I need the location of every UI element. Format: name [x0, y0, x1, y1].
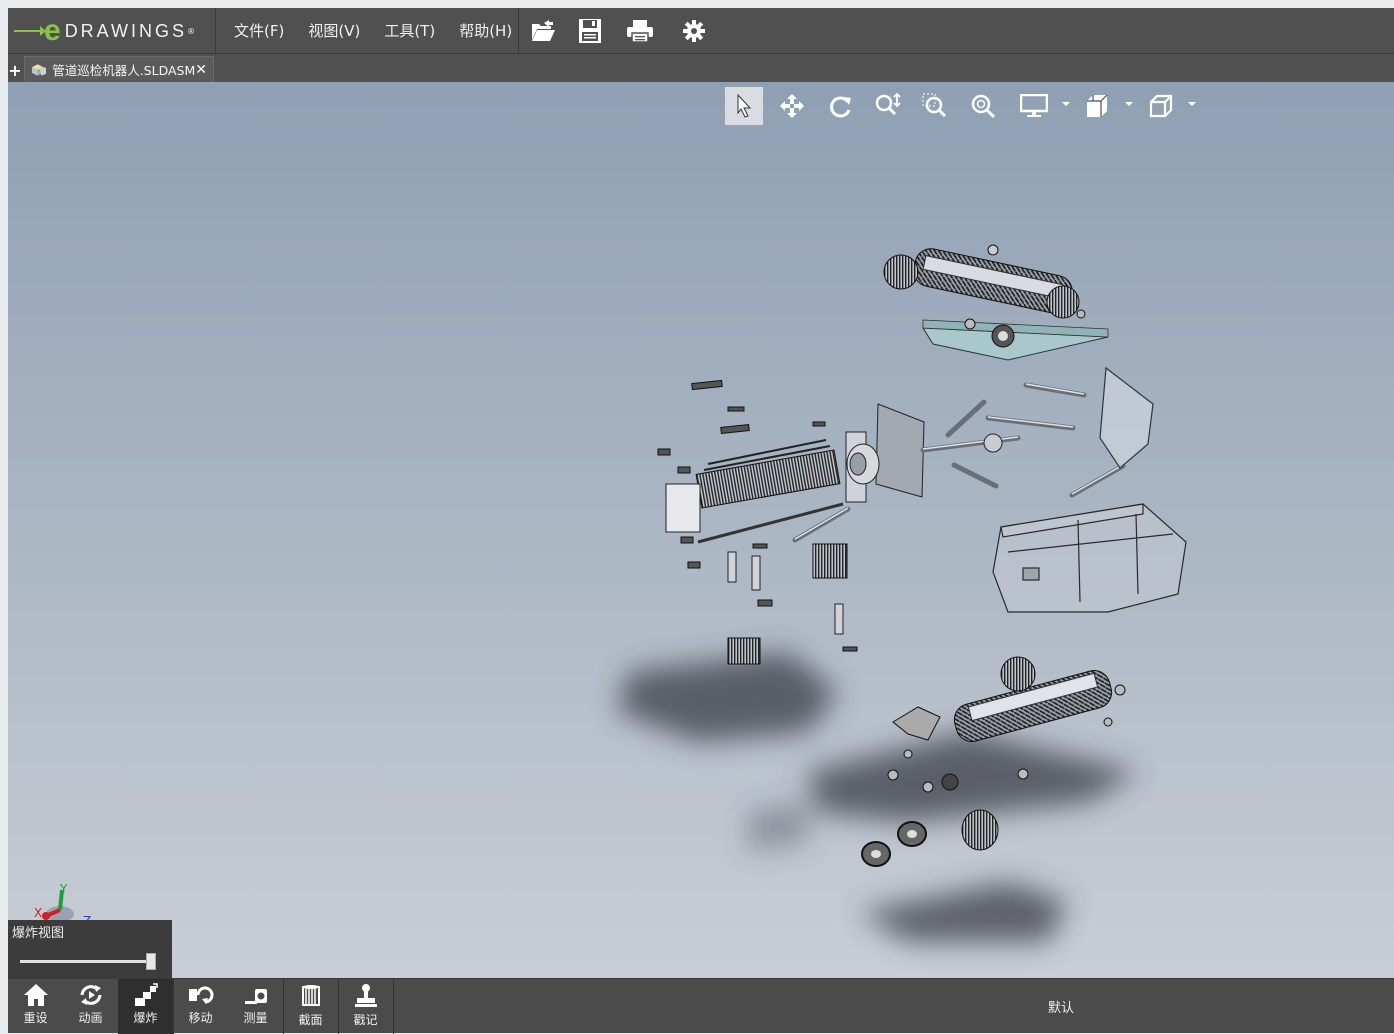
move-icon	[188, 986, 213, 1004]
explode-view-panel: 爆炸视图	[8, 920, 172, 978]
save-button[interactable]	[575, 16, 605, 46]
logo-arrow-icon	[14, 26, 46, 36]
menu-separator	[518, 8, 519, 54]
menu-help[interactable]: 帮助(H)	[447, 8, 524, 54]
menu-separator	[215, 8, 216, 54]
explode-view-title: 爆炸视图	[12, 926, 65, 941]
drive-unit	[657, 379, 925, 665]
logo-registered-mark: ®	[187, 26, 196, 36]
stamp-button[interactable]: 戳记	[338, 979, 393, 1034]
new-tab-button[interactable]: +	[8, 62, 22, 80]
stamp-icon	[354, 984, 377, 1007]
bottom-toolbar: 重设 动画 爆炸 移动 测量 截面 戳记 默认	[8, 978, 1394, 1034]
measure-label: 测量	[243, 1011, 268, 1025]
configuration-name[interactable]: 默认	[1048, 997, 1074, 1016]
toolbar-separator	[393, 979, 394, 1034]
reset-label: 重设	[23, 1011, 48, 1025]
exploded-assembly-model[interactable]	[8, 82, 1394, 978]
main-menu: 文件(F) 视图(V) 工具(T) 帮助(H)	[222, 8, 524, 54]
animate-button[interactable]: 动画	[63, 979, 118, 1034]
logo-wordmark: DRAWINGS	[64, 20, 188, 41]
document-tab-strip: + 管道巡检机器人.SLDASM ✕	[8, 54, 1394, 82]
home-icon	[23, 984, 48, 1006]
menu-bar: e DRAWINGS ® 文件(F) 视图(V) 工具(T) 帮助(H)	[8, 8, 1394, 54]
explode-slider-track[interactable]	[20, 960, 156, 963]
print-icon	[627, 20, 653, 43]
explode-icon	[134, 983, 158, 1006]
document-tab[interactable]: 管道巡检机器人.SLDASM ✕	[24, 56, 214, 82]
section-icon	[301, 985, 320, 1006]
menu-view[interactable]: 视图(V)	[296, 8, 372, 54]
axis-y-label: Y	[60, 882, 68, 896]
move-button[interactable]: 移动	[173, 979, 228, 1034]
explode-button[interactable]: 爆炸	[118, 979, 173, 1034]
menu-file[interactable]: 文件(F)	[222, 8, 296, 54]
section-button[interactable]: 截面	[283, 979, 338, 1034]
menu-tools[interactable]: 工具(T)	[372, 8, 447, 54]
settings-button[interactable]	[679, 16, 709, 46]
cover-plate	[1099, 366, 1154, 469]
edrawings-window: e DRAWINGS ® 文件(F) 视图(V) 工具(T) 帮助(H) + 管…	[8, 8, 1394, 1034]
logo-e-icon: e	[44, 14, 61, 47]
save-icon	[579, 19, 601, 43]
animate-label: 动画	[78, 1011, 103, 1025]
open-icon	[532, 20, 555, 41]
document-tab-label: 管道巡检机器人.SLDASM	[52, 63, 196, 78]
stamp-label: 戳记	[353, 1013, 378, 1027]
move-label: 移动	[188, 1011, 213, 1025]
explode-label: 爆炸	[133, 1011, 158, 1025]
measure-button[interactable]: 测量	[228, 979, 283, 1034]
model-viewport[interactable]: X Y Z	[8, 82, 1394, 978]
measure-icon	[244, 989, 267, 1004]
shaft-hub	[983, 433, 1003, 453]
axis-x-label: X	[34, 906, 43, 920]
gear-icon	[683, 20, 705, 42]
print-button[interactable]	[625, 16, 655, 46]
explode-slider-thumb[interactable]	[146, 953, 156, 970]
edrawings-logo: e DRAWINGS ®	[14, 14, 214, 48]
reset-button[interactable]: 重设	[8, 979, 63, 1034]
upper-track-module	[883, 244, 1109, 361]
body-shell	[992, 503, 1187, 613]
section-label: 截面	[298, 1013, 323, 1027]
assembly-icon	[31, 63, 47, 76]
close-tab-icon[interactable]: ✕	[195, 62, 207, 78]
open-button[interactable]	[528, 16, 558, 46]
animate-icon	[80, 985, 101, 1005]
